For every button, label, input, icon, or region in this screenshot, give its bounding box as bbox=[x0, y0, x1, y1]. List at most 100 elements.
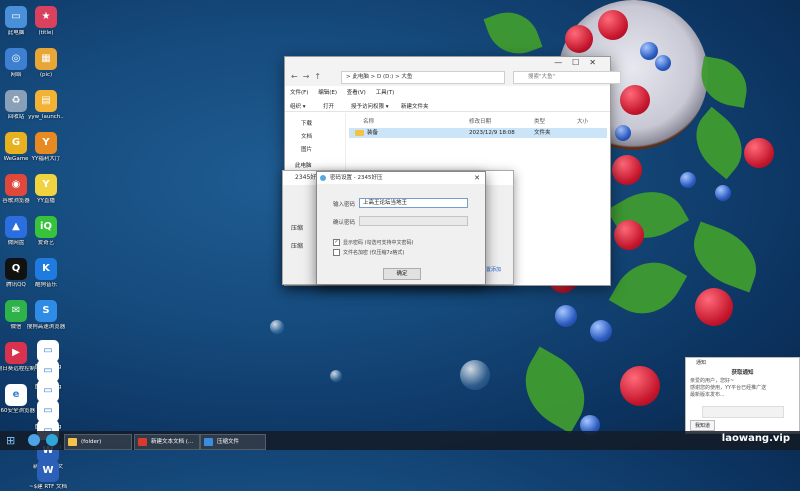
notification-title: 获取通知 bbox=[731, 370, 754, 376]
desktop-icon[interactable]: ▤ yyw_launch.. bbox=[26, 90, 66, 121]
app-icon: G bbox=[5, 132, 27, 154]
document-icon bbox=[138, 438, 147, 446]
search-input[interactable]: 搜索"大鱼" bbox=[513, 71, 621, 84]
folder-icon bbox=[355, 129, 364, 136]
encrypt-filenames-checkbox[interactable]: 文件名加密 (仅压缩7z格式) bbox=[333, 249, 404, 256]
nav-arrows-icon[interactable]: ←→↑ bbox=[291, 72, 326, 81]
column-type[interactable]: 类型 bbox=[534, 117, 545, 125]
app-icon: ▭ bbox=[37, 340, 59, 362]
desktop-icon-label: yyw_launch.. bbox=[28, 114, 64, 120]
explorer-navbar: ←→↑ > 此电脑 > D (D:) > 大鱼 搜索"大鱼" bbox=[285, 68, 621, 86]
show-password-label: 显示密码 (勾选可支持中文密码) bbox=[343, 240, 414, 246]
confirm-password-input[interactable] bbox=[359, 216, 468, 226]
app-icon: iQ bbox=[35, 216, 57, 238]
folder-icon bbox=[68, 438, 77, 446]
watermark: laowang.vip bbox=[721, 433, 790, 444]
app-icon: Y bbox=[35, 174, 57, 196]
taskbar-item-compressor[interactable]: 压缩文件 bbox=[200, 434, 266, 450]
checkmark-icon: ✓ bbox=[333, 239, 340, 246]
notification-line: 最新版本发布... bbox=[690, 392, 725, 398]
open-button[interactable]: 打开 bbox=[323, 102, 334, 110]
raspberry-decoration bbox=[565, 25, 593, 53]
address-bar[interactable]: > 此电脑 > D (D:) > 大鱼 bbox=[341, 71, 505, 84]
blueberry-decoration bbox=[655, 55, 671, 71]
taskbar-app-icon[interactable] bbox=[28, 434, 40, 446]
menu-edit[interactable]: 编辑(E) bbox=[318, 90, 337, 96]
show-password-checkbox[interactable]: ✓ 显示密码 (勾选可支持中文密码) bbox=[333, 239, 414, 246]
blueberry-decoration bbox=[640, 42, 658, 60]
leaf-decoration bbox=[608, 248, 688, 328]
raspberry-decoration bbox=[620, 366, 660, 406]
app-icon: ✉ bbox=[5, 300, 27, 322]
notification-header: 通知 bbox=[696, 360, 707, 366]
menu-file[interactable]: 文件(F) bbox=[290, 90, 308, 96]
password-label: 输入密码 bbox=[333, 202, 356, 208]
blueberry-decoration bbox=[680, 172, 696, 188]
blueberry-decoration bbox=[715, 185, 731, 201]
raspberry-decoration bbox=[744, 138, 774, 168]
sidebar-item-downloads[interactable]: 下载 bbox=[301, 119, 312, 127]
leaf-decoration bbox=[696, 56, 752, 108]
start-icon[interactable]: ⊞ bbox=[6, 434, 18, 447]
password-dialog[interactable]: 密码设置 - 2345好压 ✕ 输入密码 上高王论坛当地王 确认密码 ✓ 显示密码… bbox=[316, 171, 486, 285]
app-icon: ▤ bbox=[35, 90, 57, 112]
desktop-icon-label: 爱奇艺 bbox=[37, 240, 55, 246]
app-icon bbox=[320, 175, 326, 181]
desktop-icon-label: 搜狗高速浏览器 bbox=[26, 324, 66, 330]
desktop-icon[interactable]: ▦ (pic) bbox=[26, 48, 66, 79]
close-icon[interactable]: ✕ bbox=[474, 172, 480, 184]
column-modified[interactable]: 修改日期 bbox=[469, 117, 491, 125]
desktop-icon[interactable]: K 酷狗音乐 bbox=[26, 258, 66, 289]
desktop-icon[interactable]: Y YY福利大厅 bbox=[26, 132, 66, 163]
dialog-titlebar: 密码设置 - 2345好压 ✕ bbox=[317, 172, 485, 184]
desktop-icon-label: 酷狗音乐 bbox=[34, 282, 57, 288]
desktop-icon[interactable]: Y YY直播 bbox=[26, 174, 66, 205]
taskbar-item-notepad[interactable]: 新建文本文档 (... bbox=[134, 434, 200, 450]
app-icon: ★ bbox=[35, 6, 57, 28]
app-icon: e bbox=[5, 384, 27, 406]
window-controls[interactable]: —☐✕ bbox=[554, 58, 606, 67]
share-button[interactable]: 授予访问权限 ▾ bbox=[351, 102, 389, 110]
sidebar-item-this-pc[interactable]: 此电脑 bbox=[295, 161, 312, 169]
notification-popup[interactable]: 通知 获取通知 亲爱的用户，您好~ 感谢您的使用，YY平台已经推广送 最新版本发… bbox=[685, 357, 800, 434]
sidebar-item-documents[interactable]: 文档 bbox=[301, 132, 312, 140]
organize-button[interactable]: 组织 ▾ bbox=[290, 102, 306, 110]
desktop-icon[interactable]: ★ (title) bbox=[26, 6, 66, 37]
password-input[interactable]: 上高王论坛当地王 bbox=[359, 198, 468, 208]
compressor-label: 压缩 bbox=[291, 243, 304, 250]
raspberry-decoration bbox=[612, 155, 642, 185]
app-icon: Q bbox=[5, 258, 27, 280]
raspberry-decoration bbox=[598, 10, 628, 40]
menu-tools[interactable]: 工具(T) bbox=[376, 90, 395, 96]
app-icon: S bbox=[35, 300, 57, 322]
ok-button[interactable]: 确定 bbox=[383, 268, 421, 280]
taskbar-item-folder[interactable]: (folder) bbox=[64, 434, 132, 450]
file-modified: 2023/12/9 18:08 bbox=[469, 130, 515, 136]
desktop-icon[interactable]: W ~$建 RTF 文档 bbox=[28, 460, 68, 491]
notification-button[interactable]: 我知道 bbox=[690, 420, 716, 431]
app-icon: ◎ bbox=[5, 48, 27, 70]
new-folder-button[interactable]: 新建文件夹 bbox=[401, 102, 429, 110]
command-bar: 组织 ▾ 打开 授予访问权限 ▾ 新建文件夹 bbox=[285, 100, 610, 112]
app-icon: ▦ bbox=[35, 48, 57, 70]
input-toolbar[interactable] bbox=[702, 406, 784, 418]
desktop-icon[interactable]: S 搜狗高速浏览器 bbox=[26, 300, 66, 331]
sidebar-item-pictures[interactable]: 图片 bbox=[301, 145, 312, 153]
file-name: 装备 bbox=[355, 128, 378, 138]
desktop-icon-label: YY福利大厅 bbox=[31, 156, 61, 162]
desktop-icon-label: ~$建 RTF 文档 bbox=[28, 484, 68, 490]
compressor-label: 压缩 bbox=[291, 225, 304, 232]
app-icon: K bbox=[35, 258, 57, 280]
leaf-decoration bbox=[683, 221, 767, 293]
app-icon: ▭ bbox=[5, 6, 27, 28]
taskbar-app-icon[interactable] bbox=[46, 434, 58, 446]
file-row[interactable]: 装备 2023/12/9 18:08 文件夹 bbox=[349, 128, 607, 138]
column-size[interactable]: 大小 bbox=[577, 117, 588, 125]
menu-view[interactable]: 查看(V) bbox=[347, 90, 366, 96]
notification-line: 亲爱的用户，您好~ bbox=[690, 378, 735, 384]
archive-icon bbox=[204, 438, 213, 446]
column-name[interactable]: 名称 bbox=[363, 117, 374, 125]
desktop-icon[interactable]: iQ 爱奇艺 bbox=[26, 216, 66, 247]
notification-line: 感谢您的使用，YY平台已经推广送 bbox=[690, 385, 767, 391]
file-type: 文件夹 bbox=[534, 130, 551, 136]
